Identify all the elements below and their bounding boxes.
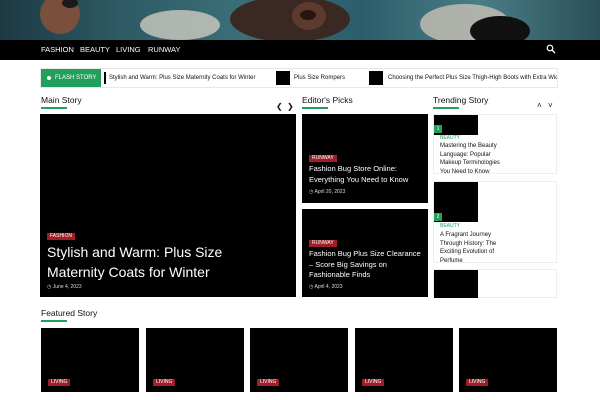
heading-underline [41, 320, 67, 322]
trending-rank: 2 [434, 213, 442, 221]
editors-pick-title[interactable]: Fashion Bug Store Online: Everything You… [309, 164, 425, 185]
flash-item[interactable]: Stylish and Warm: Plus Size Maternity Co… [109, 69, 256, 87]
chevron-left-icon[interactable]: ❮ [276, 103, 283, 111]
flash-icon [47, 76, 51, 80]
date-text: June 4, 2023 [52, 284, 82, 290]
clock-icon: ◷ [309, 284, 314, 290]
date-text: April 4, 2023 [314, 284, 343, 290]
heading-underline [302, 107, 328, 109]
featured-category[interactable]: LIVING [466, 379, 489, 386]
trending-title[interactable]: A Fragrant Journey Through History: The … [440, 231, 510, 265]
flash-story-label: FLASH STORY [55, 75, 97, 81]
trending-category[interactable]: BEAUTY [440, 223, 460, 229]
editors-pick-category[interactable]: RUNWAY [309, 155, 337, 162]
flash-thumb[interactable] [276, 71, 290, 85]
flash-story-bar: FLASH STORY Stylish and Warm: Plus Size … [40, 68, 558, 88]
editors-pick-title[interactable]: Fashion Bug Plus Size Clearance – Score … [309, 249, 425, 281]
main-story-category[interactable]: FASHION [47, 233, 75, 240]
featured-category[interactable]: LIVING [153, 379, 176, 386]
date-text: April 20, 2023 [314, 189, 346, 195]
nav-item-fashion[interactable]: FASHION [41, 40, 74, 60]
trending-rank: 1 [434, 125, 442, 133]
main-story-date: ◷ June 4, 2023 [47, 284, 82, 291]
flash-thumb[interactable] [369, 71, 383, 85]
search-icon[interactable] [546, 44, 556, 54]
trending-card[interactable] [433, 269, 557, 298]
chevron-right-icon[interactable]: ❯ [287, 103, 294, 111]
nav-item-runway[interactable]: RUNWAY [148, 40, 181, 60]
main-nav: FASHION BEAUTY LIVING RUNWAY [0, 40, 600, 60]
editors-picks-heading: Editor's Picks [302, 95, 353, 105]
nav-item-beauty[interactable]: BEAUTY [80, 40, 110, 60]
chevron-down-icon[interactable]: ˅ [548, 102, 553, 110]
trending-title[interactable]: Mastering the Beauty Language: Popular M… [440, 142, 510, 176]
flash-story-badge: FLASH STORY [41, 69, 101, 87]
clock-icon: ◷ [309, 189, 314, 195]
main-story-title[interactable]: Stylish and Warm: Plus Size Maternity Co… [47, 242, 277, 282]
trending-category[interactable]: BEAUTY [440, 135, 460, 141]
flash-item[interactable]: Plus Size Rompers [294, 69, 345, 87]
chevron-up-icon[interactable]: ˄ [537, 102, 542, 110]
featured-category[interactable]: LIVING [257, 379, 280, 386]
main-story-heading: Main Story [41, 95, 82, 105]
trending-thumb[interactable] [434, 270, 478, 298]
hero-image [0, 0, 600, 40]
nav-item-living[interactable]: LIVING [116, 40, 141, 60]
editors-pick-date: ◷ April 20, 2023 [309, 189, 345, 196]
heading-underline [433, 107, 459, 109]
page: FASHION BEAUTY LIVING RUNWAY FLASH STORY… [0, 0, 600, 400]
featured-heading: Featured Story [41, 308, 98, 318]
heading-underline [41, 107, 67, 109]
editors-pick-category[interactable]: RUNWAY [309, 240, 337, 247]
editors-pick-date: ◷ April 4, 2023 [309, 284, 343, 291]
featured-category[interactable]: LIVING [362, 379, 385, 386]
trending-heading: Trending Story [433, 95, 489, 105]
flash-item[interactable]: Choosing the Perfect Plus Size Thigh-Hig… [388, 69, 557, 87]
featured-category[interactable]: LIVING [48, 379, 71, 386]
ticker-divider [104, 72, 106, 84]
clock-icon: ◷ [47, 284, 52, 290]
